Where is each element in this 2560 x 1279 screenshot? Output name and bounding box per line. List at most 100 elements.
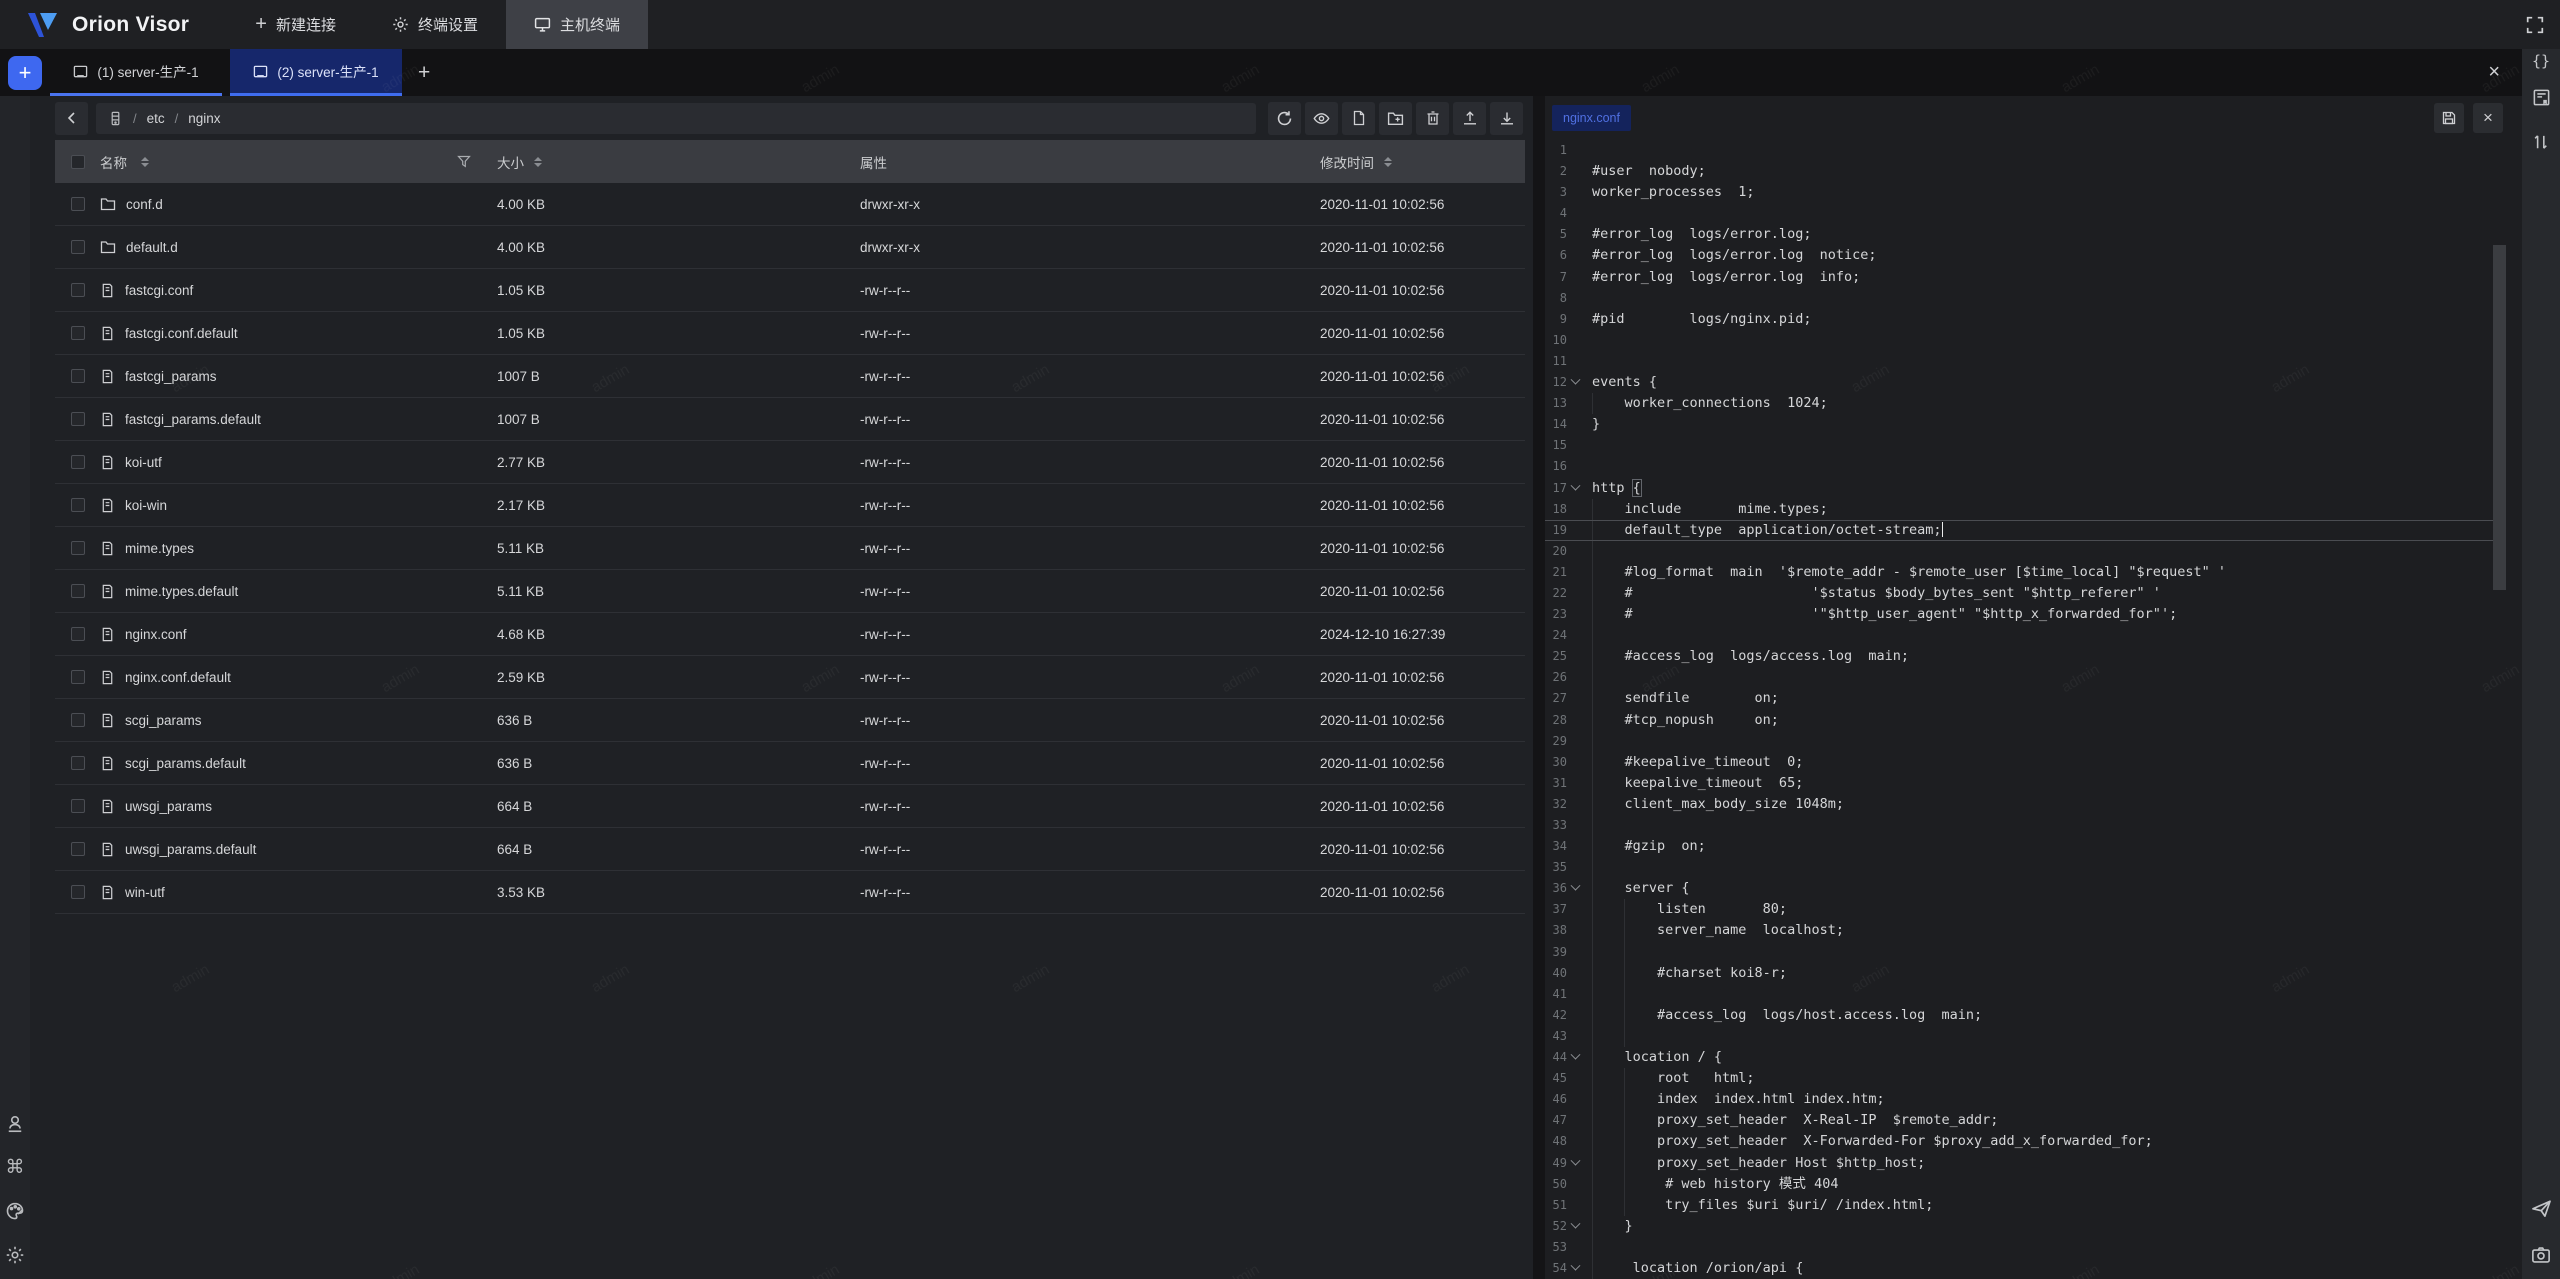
file-name[interactable]: default.d — [126, 240, 178, 255]
menu-host-terminal[interactable]: 主机终端 — [506, 0, 648, 49]
save-icon[interactable] — [2434, 103, 2464, 133]
file-row[interactable]: koi-utf2.77 KB-rw-r--r--2020-11-01 10:02… — [55, 441, 1525, 484]
fold-chevron-icon[interactable] — [1567, 878, 1583, 899]
code-line[interactable]: 30 #keepalive_timeout 0; — [1545, 752, 2522, 773]
code-line[interactable]: 33 — [1545, 815, 2522, 836]
code-line[interactable]: 51 try_files $uri $uri/ /index.html; — [1545, 1195, 2522, 1216]
code-line[interactable]: 11 — [1545, 351, 2522, 372]
code-line[interactable]: 34 #gzip on; — [1545, 836, 2522, 857]
file-row[interactable]: mime.types.default5.11 KB-rw-r--r--2020-… — [55, 570, 1525, 613]
braces-icon[interactable]: {} — [2532, 61, 2550, 62]
code-line[interactable]: 32 client_max_body_size 1048m; — [1545, 794, 2522, 815]
file-row[interactable]: scgi_params.default636 B-rw-r--r--2020-1… — [55, 742, 1525, 785]
code-line[interactable]: 7#error_log logs/error.log info; — [1545, 267, 2522, 288]
file-row[interactable]: scgi_params636 B-rw-r--r--2020-11-01 10:… — [55, 699, 1525, 742]
code-editor[interactable]: 12#user nobody;3worker_processes 1;45#er… — [1545, 140, 2522, 1279]
row-checkbox[interactable] — [71, 842, 85, 856]
row-checkbox[interactable] — [71, 756, 85, 770]
file-row[interactable]: fastcgi.conf1.05 KB-rw-r--r--2020-11-01 … — [55, 269, 1525, 312]
file-name[interactable]: koi-win — [125, 498, 167, 513]
file-name[interactable]: scgi_params.default — [125, 756, 246, 771]
sort-size-icon[interactable] — [534, 157, 542, 167]
code-line[interactable]: 35 — [1545, 857, 2522, 878]
new-folder-icon[interactable] — [1379, 102, 1412, 135]
code-line[interactable]: 19 default_type application/octet-stream… — [1545, 520, 2504, 541]
code-line[interactable]: 14} — [1545, 414, 2522, 435]
close-editor-icon[interactable]: × — [2473, 103, 2503, 133]
row-checkbox[interactable] — [71, 498, 85, 512]
menu-new-connection[interactable]: + 新建连接 — [227, 0, 364, 49]
code-line[interactable]: 36 server { — [1545, 878, 2522, 899]
file-row[interactable]: koi-win2.17 KB-rw-r--r--2020-11-01 10:02… — [55, 484, 1525, 527]
file-row[interactable]: win-utf3.53 KB-rw-r--r--2020-11-01 10:02… — [55, 871, 1525, 914]
file-name[interactable]: win-utf — [125, 885, 165, 900]
new-file-icon[interactable] — [1342, 102, 1375, 135]
code-line[interactable]: 21 #log_format main '$remote_addr - $rem… — [1545, 562, 2522, 583]
code-line[interactable]: 39 — [1545, 942, 2522, 963]
code-line[interactable]: 16 — [1545, 456, 2522, 477]
col-name-label[interactable]: 名称 — [100, 152, 127, 172]
code-line[interactable]: 1 — [1545, 140, 2522, 161]
breadcrumb[interactable]: / etc / nginx — [96, 103, 1256, 134]
code-line[interactable]: 10 — [1545, 330, 2522, 351]
fold-chevron-icon[interactable] — [1567, 372, 1583, 393]
file-row[interactable]: nginx.conf4.68 KB-rw-r--r--2024-12-10 16… — [55, 613, 1525, 656]
row-checkbox[interactable] — [71, 197, 85, 211]
file-row[interactable]: uwsgi_params664 B-rw-r--r--2020-11-01 10… — [55, 785, 1525, 828]
file-row[interactable]: fastcgi.conf.default1.05 KB-rw-r--r--202… — [55, 312, 1525, 355]
file-name[interactable]: uwsgi_params — [125, 799, 212, 814]
row-checkbox[interactable] — [71, 713, 85, 727]
sort-updown-icon[interactable] — [2532, 133, 2550, 151]
row-checkbox[interactable] — [71, 541, 85, 555]
code-line[interactable]: 13 worker_connections 1024; — [1545, 393, 2522, 414]
code-line[interactable]: 42 #access_log logs/host.access.log main… — [1545, 1005, 2522, 1026]
editor-scrollbar[interactable] — [2493, 245, 2506, 590]
code-line[interactable]: 20 — [1545, 541, 2522, 562]
row-checkbox[interactable] — [71, 412, 85, 426]
code-line[interactable]: 54 location /orion/api { — [1545, 1258, 2522, 1279]
filter-icon[interactable] — [457, 155, 471, 169]
file-name[interactable]: fastcgi_params — [125, 369, 217, 384]
delete-icon[interactable] — [1416, 102, 1449, 135]
code-line[interactable]: 43 — [1545, 1026, 2522, 1047]
row-checkbox[interactable] — [71, 885, 85, 899]
fold-chevron-icon[interactable] — [1567, 478, 1583, 499]
sort-mtime-icon[interactable] — [1384, 157, 1392, 167]
fullscreen-icon[interactable] — [2510, 0, 2560, 49]
code-line[interactable]: 46 index index.html index.htm; — [1545, 1089, 2522, 1110]
doc-bookmark-icon[interactable] — [2532, 88, 2551, 107]
refresh-icon[interactable] — [1268, 102, 1301, 135]
code-line[interactable]: 18 include mime.types; — [1545, 499, 2522, 520]
preview-icon[interactable] — [1305, 102, 1338, 135]
menu-terminal-settings[interactable]: 终端设置 — [364, 0, 506, 49]
tab-server-2-active[interactable]: (2) server-生产-1 — [230, 49, 402, 96]
code-line[interactable]: 5#error_log logs/error.log; — [1545, 224, 2522, 245]
code-line[interactable]: 53 — [1545, 1237, 2522, 1258]
select-all-checkbox[interactable] — [71, 155, 85, 169]
code-line[interactable]: 22 # '$status $body_bytes_sent "$http_re… — [1545, 583, 2522, 604]
row-checkbox[interactable] — [71, 283, 85, 297]
editor-file-tab[interactable]: nginx.conf — [1552, 105, 1631, 131]
file-name[interactable]: koi-utf — [125, 455, 162, 470]
row-checkbox[interactable] — [71, 584, 85, 598]
code-line[interactable]: 45 root html; — [1545, 1068, 2522, 1089]
fold-chevron-icon[interactable] — [1567, 1153, 1583, 1174]
file-name[interactable]: fastcgi_params.default — [125, 412, 261, 427]
file-row[interactable]: uwsgi_params.default664 B-rw-r--r--2020-… — [55, 828, 1525, 871]
sort-name-icon[interactable] — [141, 157, 149, 167]
file-row[interactable]: conf.d4.00 KBdrwxr-xr-x2020-11-01 10:02:… — [55, 183, 1525, 226]
file-name[interactable]: fastcgi.conf — [125, 283, 193, 298]
tab-server-1[interactable]: (1) server-生产-1 — [50, 49, 222, 96]
file-name[interactable]: mime.types — [125, 541, 194, 556]
code-line[interactable]: 28 #tcp_nopush on; — [1545, 710, 2522, 731]
code-line[interactable]: 37 listen 80; — [1545, 899, 2522, 920]
fold-chevron-icon[interactable] — [1567, 1258, 1583, 1279]
code-line[interactable]: 47 proxy_set_header X-Real-IP $remote_ad… — [1545, 1110, 2522, 1131]
user-icon[interactable] — [5, 1114, 25, 1134]
row-checkbox[interactable] — [71, 326, 85, 340]
file-name[interactable]: nginx.conf — [125, 627, 187, 642]
code-line[interactable]: 29 — [1545, 731, 2522, 752]
code-line[interactable]: 25 #access_log logs/access.log main; — [1545, 646, 2522, 667]
file-name[interactable]: conf.d — [126, 197, 163, 212]
fold-chevron-icon[interactable] — [1567, 1216, 1583, 1237]
